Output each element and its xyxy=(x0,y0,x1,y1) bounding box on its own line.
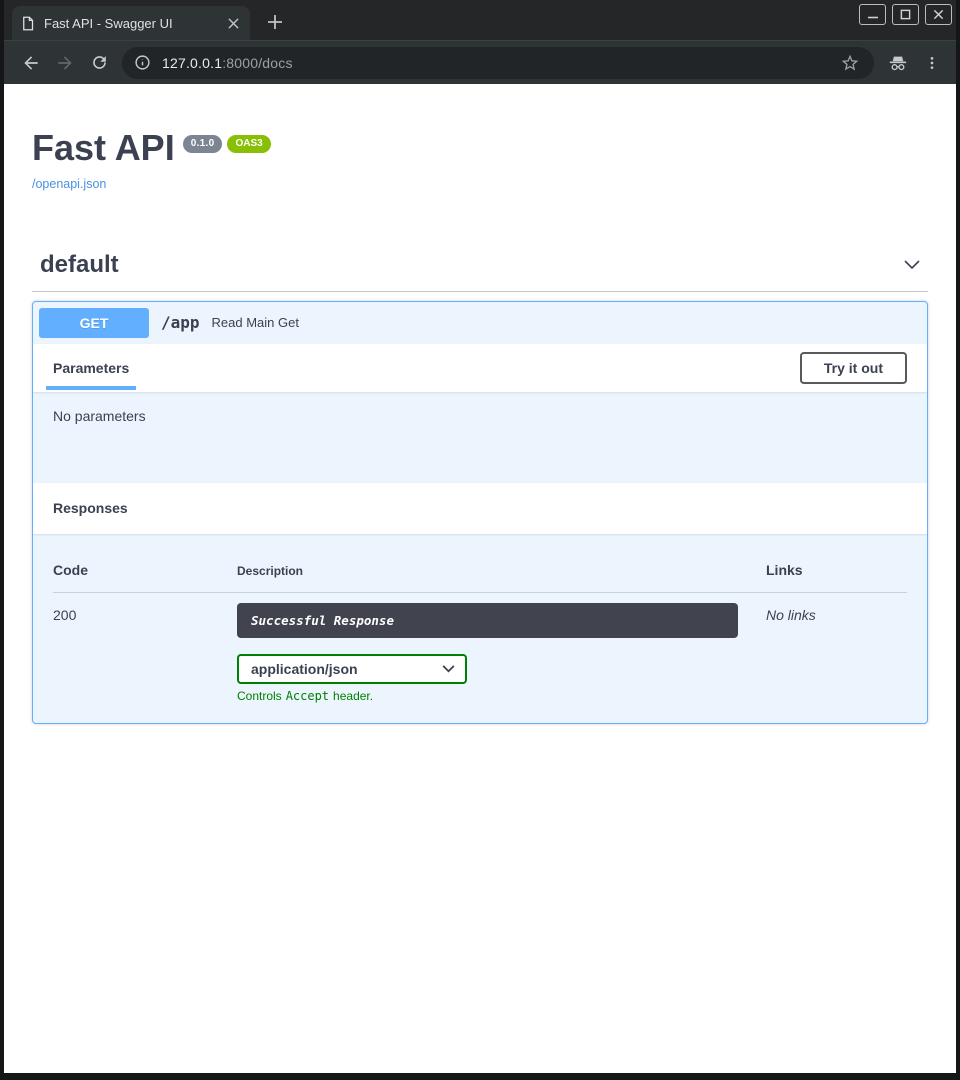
url-text: 127.0.0.1:8000/docs xyxy=(162,55,293,71)
browser-titlebar: Fast API - Swagger UI xyxy=(4,0,956,40)
forward-button[interactable] xyxy=(48,46,82,80)
tag-name: default xyxy=(40,251,119,279)
bookmark-star-icon[interactable] xyxy=(838,51,862,75)
new-tab-button[interactable] xyxy=(262,9,288,35)
incognito-icon xyxy=(887,52,909,74)
tag-section-header[interactable]: default xyxy=(32,243,928,292)
close-button[interactable] xyxy=(925,4,952,25)
operation-description: Read Main Get xyxy=(212,315,299,330)
kebab-menu-icon xyxy=(924,55,940,71)
tab-parameters[interactable]: Parameters xyxy=(46,344,136,392)
operation-summary[interactable]: GET /app Read Main Get xyxy=(33,302,927,344)
browser-toolbar: 127.0.0.1:8000/docs xyxy=(4,40,956,84)
url-host: 127.0.0.1 xyxy=(162,55,222,71)
media-type-select[interactable]: application/json xyxy=(237,654,467,684)
address-bar[interactable]: 127.0.0.1:8000/docs xyxy=(122,47,874,79)
method-badge: GET xyxy=(39,308,149,338)
tab-title: Fast API - Swagger UI xyxy=(44,16,224,31)
minimize-button[interactable] xyxy=(859,4,886,25)
accept-header-note: Controls Accept header. xyxy=(237,689,766,703)
incognito-button[interactable] xyxy=(882,47,914,79)
media-type-value: application/json xyxy=(251,661,358,677)
browser-menu-button[interactable] xyxy=(918,49,946,77)
page-content: Fast API0.1.0OAS3 /openapi.json default … xyxy=(4,84,956,1073)
chevron-down-icon xyxy=(904,260,920,270)
select-chevron-down-icon xyxy=(442,665,455,673)
oas-badge: OAS3 xyxy=(227,135,270,153)
column-header-links: Links xyxy=(766,562,907,578)
back-arrow-icon xyxy=(21,53,41,73)
responses-table-header: Code Description Links xyxy=(53,556,907,593)
response-description-cell: Successful Response application/json Con… xyxy=(237,603,766,703)
response-description-box: Successful Response xyxy=(237,603,738,638)
column-header-code: Code xyxy=(53,562,237,578)
back-button[interactable] xyxy=(14,46,48,80)
column-header-description: Description xyxy=(237,562,766,578)
accept-note-prefix: Controls xyxy=(237,689,282,703)
response-row-200: 200 Successful Response application/json xyxy=(53,593,907,703)
openapi-spec-link[interactable]: /openapi.json xyxy=(32,177,106,191)
reload-button[interactable] xyxy=(82,46,116,80)
accept-note-suffix: header. xyxy=(333,689,373,703)
version-badge: 0.1.0 xyxy=(183,135,223,153)
maximize-button[interactable] xyxy=(892,4,919,25)
window-controls xyxy=(859,4,952,25)
forward-arrow-icon xyxy=(55,53,75,73)
responses-heading: Responses xyxy=(53,500,128,516)
document-icon xyxy=(20,16,35,31)
opblock-get-app: GET /app Read Main Get Parameters Try it… xyxy=(32,301,928,724)
api-title-text: Fast API xyxy=(32,127,175,168)
response-description-text: Successful Response xyxy=(251,613,394,628)
response-links: No links xyxy=(766,603,907,703)
parameters-body: No parameters xyxy=(33,392,927,483)
browser-tab[interactable]: Fast API - Swagger UI xyxy=(12,6,250,40)
responses-body: Code Description Links 200 Successful Re… xyxy=(33,534,927,723)
no-parameters-message: No parameters xyxy=(53,408,146,424)
url-path: :8000/docs xyxy=(222,55,293,71)
operation-path: /app xyxy=(161,313,200,332)
browser-window: Fast API - Swagger UI xyxy=(0,0,960,1080)
accept-note-code: Accept xyxy=(286,689,329,703)
responses-header: Responses xyxy=(33,483,927,534)
swagger-ui: Fast API0.1.0OAS3 /openapi.json default … xyxy=(4,84,956,724)
api-title: Fast API 0.1.0OAS3 xyxy=(32,128,928,168)
reload-icon xyxy=(90,53,109,72)
page-info-icon[interactable] xyxy=(134,54,151,71)
parameters-header: Parameters Try it out xyxy=(33,344,927,392)
parameters-tab-label: Parameters xyxy=(53,360,129,376)
response-code: 200 xyxy=(53,603,237,703)
try-it-out-button[interactable]: Try it out xyxy=(800,352,907,384)
tab-close-icon[interactable] xyxy=(224,14,242,32)
plus-icon xyxy=(268,15,282,29)
